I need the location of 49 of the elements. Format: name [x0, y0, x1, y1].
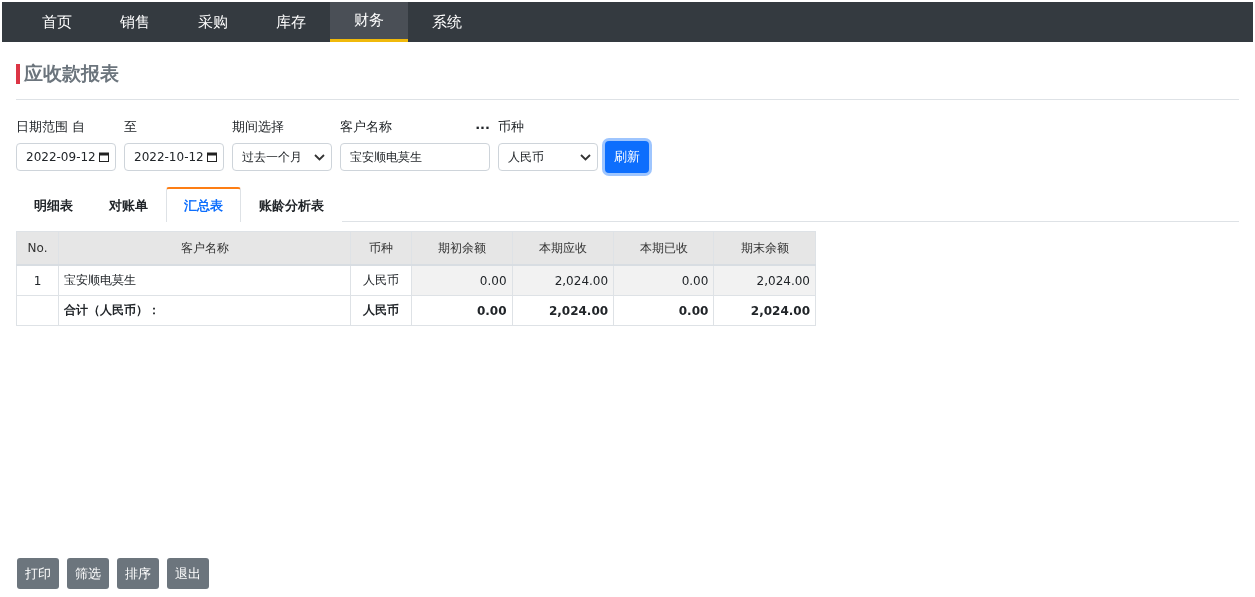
table-cell: 人民币 — [350, 295, 412, 326]
action-button[interactable]: 排序 — [117, 558, 159, 589]
field-label: 客户名称 — [340, 118, 392, 136]
column-header: 币种 — [350, 231, 412, 265]
table-cell: 2,024.00 — [512, 265, 614, 296]
table-cell: 0.00 — [613, 265, 714, 296]
column-header: 期末余额 — [713, 231, 816, 265]
report-tab[interactable]: 汇总表 — [166, 187, 241, 222]
chevron-down-icon[interactable] — [314, 153, 325, 161]
column-header: 本期应收 — [512, 231, 614, 265]
customer-field[interactable]: 宝安顺电莫生 — [340, 143, 490, 171]
calendar-icon[interactable] — [99, 152, 109, 162]
nav-tab[interactable]: 财务 — [330, 2, 408, 42]
calendar-icon[interactable] — [207, 152, 217, 162]
table-cell: 2,024.00 — [713, 265, 816, 296]
nav-tab[interactable]: 销售 — [96, 2, 174, 42]
currency-select[interactable]: 人民币 — [498, 143, 598, 171]
table-cell: 宝安顺电莫生 — [58, 265, 351, 296]
table-cell: 合计（人民币）： — [58, 295, 351, 326]
table-cell: 0.00 — [613, 295, 714, 326]
column-header: No. — [16, 231, 59, 265]
table-cell: 0.00 — [411, 265, 513, 296]
action-button[interactable]: 筛选 — [67, 558, 109, 589]
table-cell: 2,024.00 — [512, 295, 614, 326]
nav-tab[interactable]: 采购 — [174, 2, 252, 42]
more-link[interactable]: ··· — [475, 119, 490, 135]
field-label: 期间选择 — [232, 118, 285, 136]
title-accent-bar — [16, 64, 20, 84]
table-cell: 2,024.00 — [713, 295, 816, 326]
column-header: 客户名称 — [58, 231, 351, 265]
page-title: 应收款报表 — [24, 61, 119, 86]
field-label: 日期范围 自 — [16, 118, 87, 136]
table-cell: 0.00 — [411, 295, 513, 326]
period-select[interactable]: 过去一个月 — [232, 143, 332, 171]
column-header: 本期已收 — [613, 231, 714, 265]
nav-tab[interactable]: 库存 — [252, 2, 330, 42]
nav-tab[interactable]: 系统 — [408, 2, 486, 42]
nav-tab[interactable]: 首页 — [18, 2, 96, 42]
refresh-button[interactable]: 刷新 — [605, 141, 649, 173]
date-field[interactable]: 2022-09-12 — [16, 143, 116, 171]
field-label: 至 — [124, 118, 138, 136]
chevron-down-icon[interactable] — [580, 153, 591, 161]
table-cell: 1 — [16, 265, 59, 296]
action-button[interactable]: 打印 — [17, 558, 59, 589]
date-field[interactable]: 2022-10-12 — [124, 143, 224, 171]
table-cell: 人民币 — [350, 265, 412, 296]
action-button[interactable]: 退出 — [167, 558, 209, 589]
column-header: 期初余额 — [411, 231, 513, 265]
field-label: 币种 — [498, 118, 525, 136]
